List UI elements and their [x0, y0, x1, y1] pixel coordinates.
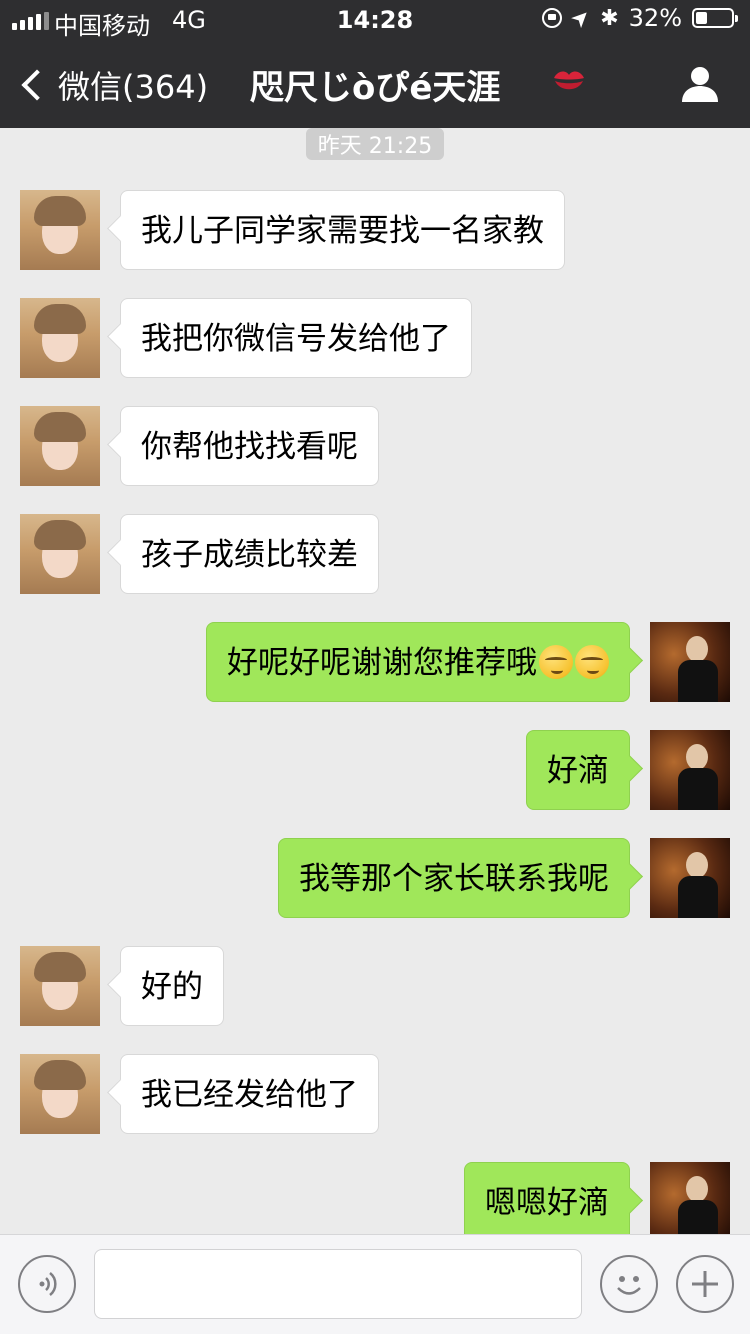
message-row: 你帮他找找看呢	[0, 406, 750, 486]
message-row: 我等那个家长联系我呢	[0, 838, 750, 918]
message-bubble[interactable]: 嗯嗯好滴	[464, 1162, 630, 1234]
smirk-face-icon	[539, 644, 573, 679]
battery-icon	[692, 8, 738, 28]
message-row: 孩子成绩比较差	[0, 514, 750, 594]
message-input[interactable]	[94, 1249, 582, 1319]
bluetooth-icon: ✱	[600, 5, 619, 31]
chat-title: 咫尺じòぴé天涯	[250, 68, 501, 108]
back-button[interactable]: 微信(364)	[18, 62, 208, 108]
voice-icon	[39, 1272, 57, 1296]
battery-percent: 32%	[628, 4, 682, 32]
message-row: 好呢好呢谢谢您推荐哦	[0, 622, 750, 702]
chevron-left-icon	[21, 69, 53, 101]
battery-level	[696, 12, 707, 24]
avatar[interactable]	[20, 514, 100, 594]
avatar[interactable]	[650, 1162, 730, 1234]
nav-bar: 微信(364) 咫尺じòぴé天涯	[0, 40, 750, 128]
message-row: 我把你微信号发给他了	[0, 298, 750, 378]
location-icon: ➤	[565, 2, 597, 34]
avatar[interactable]	[650, 622, 730, 702]
kiss-mark-icon	[554, 71, 584, 90]
message-bubble[interactable]: 孩子成绩比较差	[120, 514, 379, 594]
smirk-face-icon	[575, 644, 609, 679]
emoji-icon	[617, 1276, 641, 1295]
plus-icon	[692, 1271, 718, 1297]
avatar[interactable]	[650, 838, 730, 918]
message-bubble[interactable]: 好的	[120, 946, 224, 1026]
status-right-group: ➤ ✱ 32%	[541, 2, 738, 34]
message-bubble[interactable]: 好呢好呢谢谢您推荐哦	[206, 622, 630, 702]
time-stamp: 昨天 21:25	[306, 128, 444, 160]
avatar[interactable]	[650, 730, 730, 810]
back-label: 微信(364)	[58, 68, 209, 106]
message-row: 我儿子同学家需要找一名家教	[0, 190, 750, 270]
message-bubble[interactable]: 我等那个家长联系我呢	[278, 838, 630, 918]
input-bar	[0, 1234, 750, 1334]
avatar[interactable]	[20, 406, 100, 486]
message-row: 好的	[0, 946, 750, 1026]
status-bar: 中国移动 4G 14:28 ➤ ✱ 32%	[0, 0, 750, 40]
message-row: 好滴	[0, 730, 750, 810]
message-bubble[interactable]: 我儿子同学家需要找一名家教	[120, 190, 565, 270]
voice-button[interactable]	[18, 1255, 76, 1313]
person-icon[interactable]	[680, 64, 720, 104]
chat-area[interactable]: 昨天 21:25 我儿子同学家需要找一名家教 我把你微信号发给他了 你帮他找找看…	[0, 128, 750, 1234]
emoji-button[interactable]	[600, 1255, 658, 1313]
message-bubble[interactable]: 我把你微信号发给他了	[120, 298, 472, 378]
message-bubble[interactable]: 我已经发给他了	[120, 1054, 379, 1134]
message-row: 嗯嗯好滴	[0, 1162, 750, 1234]
avatar[interactable]	[20, 946, 100, 1026]
plus-button[interactable]	[676, 1255, 734, 1313]
message-bubble[interactable]: 你帮他找找看呢	[120, 406, 379, 486]
avatar[interactable]	[20, 1054, 100, 1134]
message-row: 我已经发给他了	[0, 1054, 750, 1134]
rotation-lock-icon	[541, 8, 562, 28]
message-bubble[interactable]: 好滴	[526, 730, 630, 810]
avatar[interactable]	[20, 190, 100, 270]
avatar[interactable]	[20, 298, 100, 378]
